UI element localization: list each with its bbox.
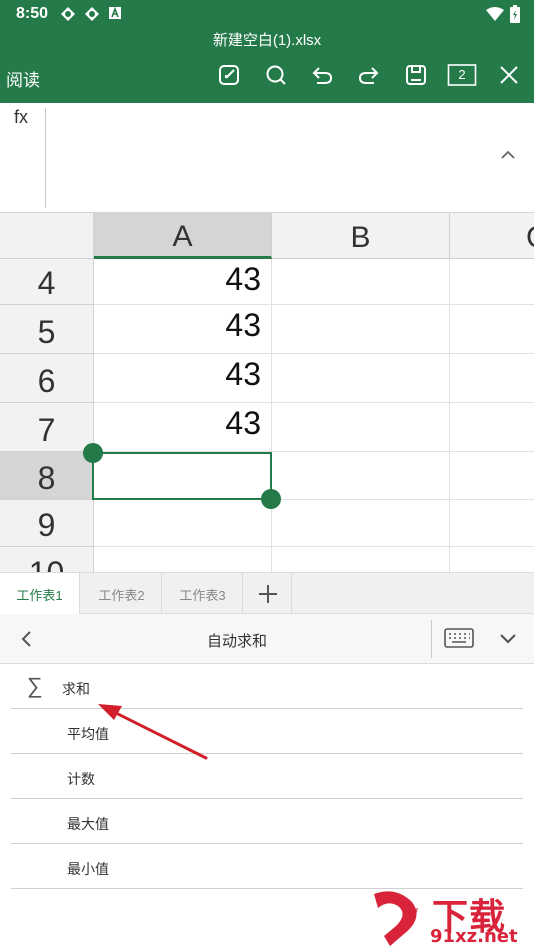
document-title: 新建空白(1).xlsx [212, 32, 322, 49]
keyboard-icon[interactable] [444, 628, 474, 648]
function-label: 平均值 [67, 726, 109, 742]
row-header[interactable]: 9 [0, 500, 94, 547]
cell-a5[interactable]: 43 [94, 305, 272, 354]
spreadsheet-grid: A B C 4 43 5 43 6 43 7 43 8 9 10 [0, 213, 534, 572]
cell-a4[interactable]: 43 [94, 259, 272, 305]
cell-c7[interactable] [450, 403, 534, 452]
row-header[interactable]: 10 [0, 547, 94, 572]
watermark: 下载站 91xz.net [360, 888, 534, 950]
watermark-url-text: 91xz.net [430, 926, 518, 947]
fx-label: fx [14, 107, 29, 127]
system-icons [486, 5, 520, 28]
status-time: 8:50 [16, 5, 49, 22]
selection-handle-end[interactable] [261, 489, 281, 509]
notification-icons [60, 6, 124, 22]
row-header[interactable]: 4 [0, 259, 94, 305]
function-panel-header: 自动求和 [0, 614, 534, 664]
cell-b4[interactable] [272, 259, 450, 305]
formula-input[interactable] [52, 109, 482, 205]
row-header[interactable]: 5 [0, 305, 94, 354]
cell-c9[interactable] [450, 500, 534, 547]
fx-divider [45, 108, 46, 208]
read-mode-label[interactable]: 阅读 [6, 66, 40, 91]
cell-c5[interactable] [450, 305, 534, 354]
function-item-sum[interactable]: ∑ 求和 [11, 664, 523, 709]
cell-b6[interactable] [272, 354, 450, 403]
function-panel-title: 自动求和 [206, 633, 267, 650]
function-item-count[interactable]: 计数 [11, 754, 523, 799]
cell-b7[interactable] [272, 403, 450, 452]
function-label: 最小值 [67, 861, 109, 877]
function-item-average[interactable]: 平均值 [11, 709, 523, 754]
title-bar: 新建空白(1).xlsx 阅读 2 [0, 27, 534, 103]
sheet-tab-1[interactable]: 工作表1 [0, 573, 80, 615]
cell-c8[interactable] [450, 452, 534, 500]
cell-a6[interactable]: 43 [94, 354, 272, 403]
row-header[interactable]: 7 [0, 403, 94, 452]
column-header-a[interactable]: A [94, 213, 272, 259]
select-all-corner[interactable] [0, 213, 94, 259]
sigma-icon: ∑ [27, 673, 43, 698]
sheet-tab-2[interactable]: 工作表2 [82, 573, 162, 615]
selection-handle-start[interactable] [83, 443, 103, 463]
chevron-down-icon[interactable] [498, 631, 518, 647]
plus-icon [258, 585, 277, 603]
function-label: 求和 [62, 681, 90, 697]
chevron-up-icon[interactable] [498, 147, 518, 163]
save-icon[interactable] [403, 62, 429, 88]
add-sheet-button[interactable] [244, 573, 292, 615]
panel-divider [431, 620, 432, 658]
cell-a10[interactable] [94, 547, 272, 572]
cell-b8[interactable] [272, 452, 450, 500]
status-bar: 8:50 [0, 0, 534, 27]
cell-b9[interactable] [272, 500, 450, 547]
cell-c6[interactable] [450, 354, 534, 403]
cell-a9[interactable] [94, 500, 272, 547]
cell-c4[interactable] [450, 259, 534, 305]
notification-icon [84, 6, 100, 22]
cell-b10[interactable] [272, 547, 450, 572]
formula-bar: fx [0, 103, 534, 213]
watermark-logo-icon [374, 891, 418, 946]
window-count-label: 2 [458, 67, 466, 82]
window-count-button[interactable]: 2 [447, 62, 477, 88]
row-header[interactable]: 6 [0, 354, 94, 403]
function-item-min[interactable]: 最小值 [11, 844, 523, 889]
undo-icon[interactable] [309, 62, 335, 88]
notification-icon [108, 6, 124, 22]
sheet-tab-3[interactable]: 工作表3 [163, 573, 243, 615]
edit-icon[interactable] [216, 62, 242, 88]
search-icon[interactable] [263, 62, 289, 88]
cell-selection [92, 452, 272, 500]
cell-a7[interactable]: 43 [94, 403, 272, 452]
cell-c10[interactable] [450, 547, 534, 572]
redo-icon[interactable] [356, 62, 382, 88]
function-label: 计数 [67, 771, 95, 787]
battery-icon [510, 5, 520, 28]
column-header-b[interactable]: B [272, 213, 450, 259]
row-header[interactable]: 8 [0, 452, 94, 500]
function-label: 最大值 [67, 816, 109, 832]
function-item-max[interactable]: 最大值 [11, 799, 523, 844]
notification-icon [60, 6, 76, 22]
close-icon[interactable] [496, 62, 522, 88]
function-list: ∑ 求和 平均值 计数 最大值 最小值 [11, 664, 523, 889]
cell-b5[interactable] [272, 305, 450, 354]
column-header-c[interactable]: C [450, 213, 534, 259]
wifi-icon [486, 7, 504, 26]
sheet-tabs: 工作表1 工作表2 工作表3 [0, 572, 534, 615]
